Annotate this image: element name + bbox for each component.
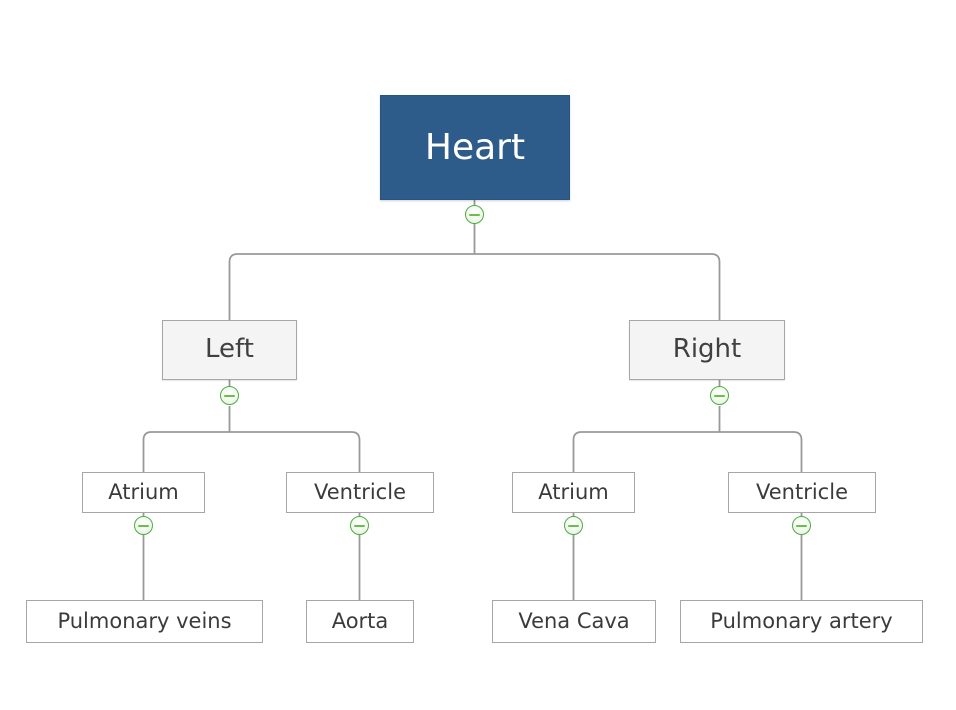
minus-bar (568, 524, 579, 527)
node-right-ventricle[interactable]: Ventricle (728, 472, 876, 513)
minus-bar (469, 213, 480, 216)
collapse-minus-icon-heart[interactable] (465, 205, 484, 224)
node-heart[interactable]: Heart (380, 95, 570, 200)
node-right-ventricle-label: Ventricle (756, 480, 848, 505)
node-pulmonary-veins-label: Pulmonary veins (57, 609, 232, 634)
node-right-label: Right (672, 334, 742, 365)
node-right[interactable]: Right (629, 320, 785, 380)
node-vena-cava-label: Vena Cava (518, 609, 630, 634)
node-pulmonary-artery-label: Pulmonary artery (710, 609, 893, 634)
connector-root-bus (228, 253, 721, 320)
node-left-ventricle-label: Ventricle (314, 480, 406, 505)
node-left-atrium-label: Atrium (108, 480, 179, 505)
node-aorta[interactable]: Aorta (306, 600, 414, 643)
collapse-minus-icon-left-ventricle[interactable] (350, 516, 369, 535)
collapse-minus-icon-left-atrium[interactable] (134, 516, 153, 535)
node-vena-cava[interactable]: Vena Cava (492, 600, 656, 643)
node-left-ventricle[interactable]: Ventricle (286, 472, 434, 513)
diagram-canvas: Heart Left Right Atrium Ventricle Atrium… (0, 0, 956, 710)
connector-right-bus (572, 431, 803, 472)
minus-bar (138, 524, 149, 527)
node-left[interactable]: Left (162, 320, 297, 380)
node-right-atrium-label: Atrium (538, 480, 609, 505)
collapse-minus-icon-right-ventricle[interactable] (792, 516, 811, 535)
connector-left-bus (142, 431, 361, 472)
node-left-atrium[interactable]: Atrium (82, 472, 205, 513)
collapse-minus-icon-right-atrium[interactable] (564, 516, 583, 535)
minus-bar (224, 394, 235, 397)
collapse-minus-icon-left[interactable] (220, 386, 239, 405)
minus-bar (714, 394, 725, 397)
node-heart-label: Heart (424, 126, 526, 168)
minus-bar (354, 524, 365, 527)
node-pulmonary-artery[interactable]: Pulmonary artery (680, 600, 923, 643)
node-right-atrium[interactable]: Atrium (512, 472, 635, 513)
node-aorta-label: Aorta (331, 609, 389, 634)
node-left-label: Left (205, 334, 254, 365)
minus-bar (796, 524, 807, 527)
collapse-minus-icon-right[interactable] (710, 386, 729, 405)
node-pulmonary-veins[interactable]: Pulmonary veins (26, 600, 263, 643)
